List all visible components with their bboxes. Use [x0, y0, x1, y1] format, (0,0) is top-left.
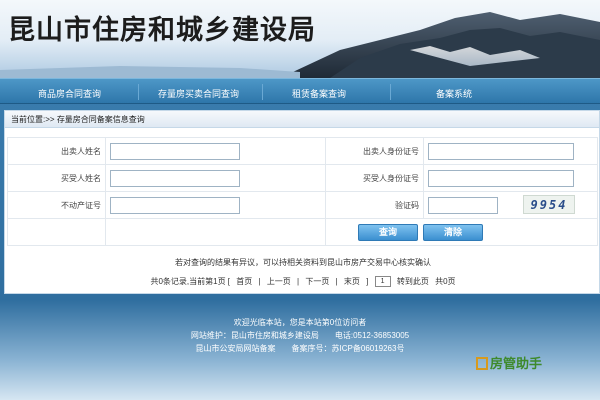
seller-id-input[interactable] — [428, 142, 574, 160]
buyer-id-input[interactable] — [428, 169, 574, 187]
house-icon — [476, 357, 488, 370]
nav-divider — [138, 84, 139, 100]
pager-separator: | — [335, 277, 338, 286]
buyer-name-input[interactable] — [110, 169, 240, 187]
visitor-counter: 欢迎光临本站，您是本站第0位访问者 — [233, 318, 367, 327]
site-title: 昆山市住房和城乡建设局 — [8, 15, 316, 46]
seller-id-label: 出卖人身份证号 — [325, 137, 424, 165]
brand-label: 房管助手 — [490, 356, 543, 371]
buyer-id-label: 买受人身份证号 — [325, 164, 424, 192]
record-summary: 共0条记录,当前第1页 [ — [150, 277, 231, 286]
fangguan-assistant-logo[interactable]: 房管助手 — [476, 353, 542, 372]
property-cert-label: 不动产证号 — [7, 191, 106, 219]
nav-divider — [390, 84, 391, 100]
site-footer: 欢迎光临本站，您是本站第0位访问者 网站维护：昆山市住房和城乡建设局 电话:05… — [0, 316, 600, 355]
dispute-notice: 若对查询的结果有异议，可以持相关资料到昆山市房产交易中心核实确认 — [175, 258, 431, 267]
nav-item-resale-contract[interactable]: 存量房买卖合同查询 — [158, 87, 239, 100]
query-panel: 当前位置:>> 存量房合同备案信息查询 出卖人姓名 出卖人身份证号 买受人姓名 … — [4, 110, 600, 294]
maintainer-info: 网站维护：昆山市住房和城乡建设局 电话:0512-36853005 — [190, 331, 410, 340]
nav-divider — [262, 84, 263, 100]
breadcrumb-current: 存量房合同备案信息查询 — [56, 115, 145, 124]
pagination: 共0条记录,当前第1页 [ 首页 | 上一页 | 下一页 | 末页 ] 1 转到… — [5, 276, 600, 288]
next-page-link[interactable]: 下一页 — [305, 277, 329, 286]
captcha-image[interactable]: 9954 — [523, 195, 575, 214]
total-pages: 共0页 — [435, 277, 456, 286]
pager-separator: | — [297, 277, 300, 286]
captcha-input[interactable] — [428, 196, 498, 214]
nav-item-filing-system[interactable]: 备案系统 — [436, 87, 472, 100]
page-number-input[interactable]: 1 — [374, 276, 391, 288]
nav-item-rental-filing[interactable]: 租赁备案查询 — [292, 87, 346, 100]
query-form: 出卖人姓名 出卖人身份证号 买受人姓名 买受人身份证号 不动产证号 验证码 — [7, 137, 598, 246]
query-button[interactable]: 查询 — [358, 224, 418, 241]
captcha-label: 验证码 — [325, 191, 424, 219]
pager-close-bracket: ] — [366, 277, 369, 286]
breadcrumb: 当前位置:>> 存量房合同备案信息查询 — [5, 111, 599, 128]
last-page-link[interactable]: 末页 — [344, 277, 360, 286]
nav-item-commercial-contract[interactable]: 商品房合同查询 — [38, 87, 101, 100]
seller-name-label: 出卖人姓名 — [7, 137, 106, 165]
header-banner: 昆山市住房和城乡建设局 — [0, 0, 600, 78]
prev-page-link[interactable]: 上一页 — [267, 277, 291, 286]
first-page-link[interactable]: 首页 — [236, 277, 252, 286]
seller-name-input[interactable] — [110, 142, 240, 160]
clear-button[interactable]: 清除 — [423, 224, 483, 241]
main-nav: 商品房合同查询 存量房买卖合同查询 租赁备案查询 备案系统 — [0, 78, 600, 104]
property-cert-input[interactable] — [110, 196, 240, 214]
buyer-name-label: 买受人姓名 — [7, 164, 106, 192]
breadcrumb-prefix: 当前位置:>> — [11, 115, 55, 124]
goto-page-link[interactable]: 转到此页 — [397, 277, 429, 286]
pager-separator: | — [258, 277, 261, 286]
